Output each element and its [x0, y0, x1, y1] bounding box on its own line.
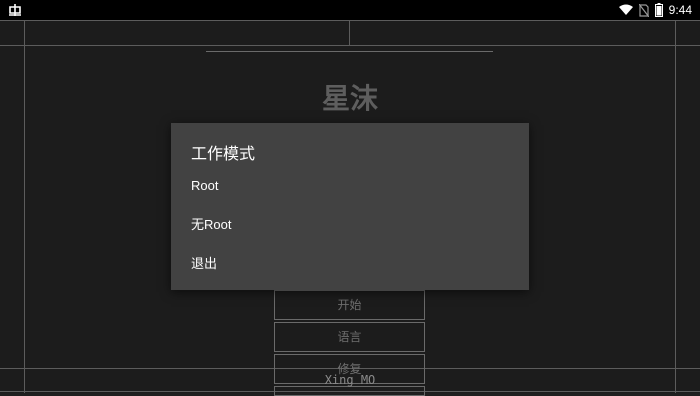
frame-line	[0, 45, 700, 46]
bug-icon	[9, 4, 21, 16]
app-title: 星沫	[321, 82, 378, 115]
option-no-root[interactable]: 无Root	[171, 206, 529, 244]
battery-icon	[654, 3, 663, 17]
no-sim-icon	[638, 3, 649, 17]
frame-line	[675, 20, 676, 393]
title-divider	[206, 51, 493, 52]
frame-line	[0, 20, 700, 21]
start-button[interactable]: 开始	[274, 290, 425, 320]
footer-text: Xing MO	[324, 373, 376, 387]
language-button[interactable]: 语言	[274, 322, 425, 352]
option-exit[interactable]: 退出	[171, 245, 529, 283]
status-bar: 9:44	[0, 0, 700, 20]
dialog-title: 工作模式	[191, 144, 256, 163]
extra-button[interactable]	[274, 386, 425, 396]
wifi-icon	[618, 4, 633, 15]
frame-line	[349, 20, 350, 45]
status-time: 9:44	[668, 3, 692, 17]
frame-line	[24, 20, 25, 393]
option-root[interactable]: Root	[171, 167, 529, 205]
work-mode-dialog: 工作模式 Root 无Root 退出	[171, 123, 529, 290]
